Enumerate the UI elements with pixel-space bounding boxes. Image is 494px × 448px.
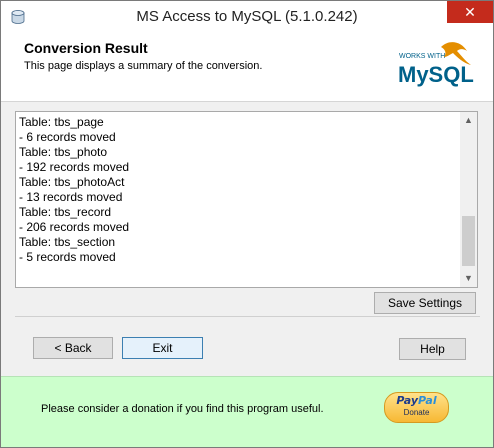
log-text: Table: tbs_page - 6 records moved Table: t… [19,115,457,283]
log-line: Table: tbs_section [19,235,116,249]
help-button[interactable]: Help [399,338,466,360]
log-line: - 206 records moved [19,220,130,234]
log-line: Table: tbs_photo [19,145,108,159]
svg-text:WORKS WITH: WORKS WITH [399,53,445,60]
log-line: Table: tbs_page [19,115,104,129]
title-bar: MS Access to MySQL (5.1.0.242) ✕ [1,1,493,33]
mysql-logo: WORKS WITH MySQL [398,42,474,87]
log-line: - 6 records moved [19,130,116,144]
close-icon: ✕ [464,4,476,20]
log-scrollbar[interactable]: ▲ ▼ [460,112,477,287]
scroll-up-icon[interactable]: ▲ [460,112,477,129]
back-button[interactable]: < Back [33,337,113,359]
main-window: MS Access to MySQL (5.1.0.242) ✕ Convers… [0,0,494,448]
page-title: Conversion Result [24,40,148,56]
window-title: MS Access to MySQL (5.1.0.242) [136,8,358,25]
log-line: Table: tbs_photoAct [19,175,125,189]
divider [15,316,480,317]
paypal-donate-button[interactable]: PayPal Donate [384,392,449,423]
log-line: - 192 records moved [19,160,130,174]
log-line: - 13 records moved [19,190,123,204]
paypal-logo: PayPal [396,394,437,407]
donate-message: Please consider a donation if you find t… [41,403,324,415]
scroll-thumb[interactable] [462,216,475,266]
scroll-down-icon[interactable]: ▼ [460,270,477,287]
page-subtitle: This page displays a summary of the conv… [24,60,263,72]
save-settings-button[interactable]: Save Settings [374,292,476,314]
log-line: Table: tbs_record [19,205,112,219]
page-header: Conversion Result This page displays a s… [1,33,493,102]
donate-bar: Please consider a donation if you find t… [1,376,493,447]
close-button[interactable]: ✕ [447,1,493,23]
log-line: - 5 records moved [19,250,116,264]
exit-button[interactable]: Exit [122,337,203,359]
conversion-log[interactable]: Table: tbs_page - 6 records moved Table: t… [15,111,478,288]
svg-text:MySQL: MySQL [398,62,474,87]
donate-label: Donate [403,408,430,417]
